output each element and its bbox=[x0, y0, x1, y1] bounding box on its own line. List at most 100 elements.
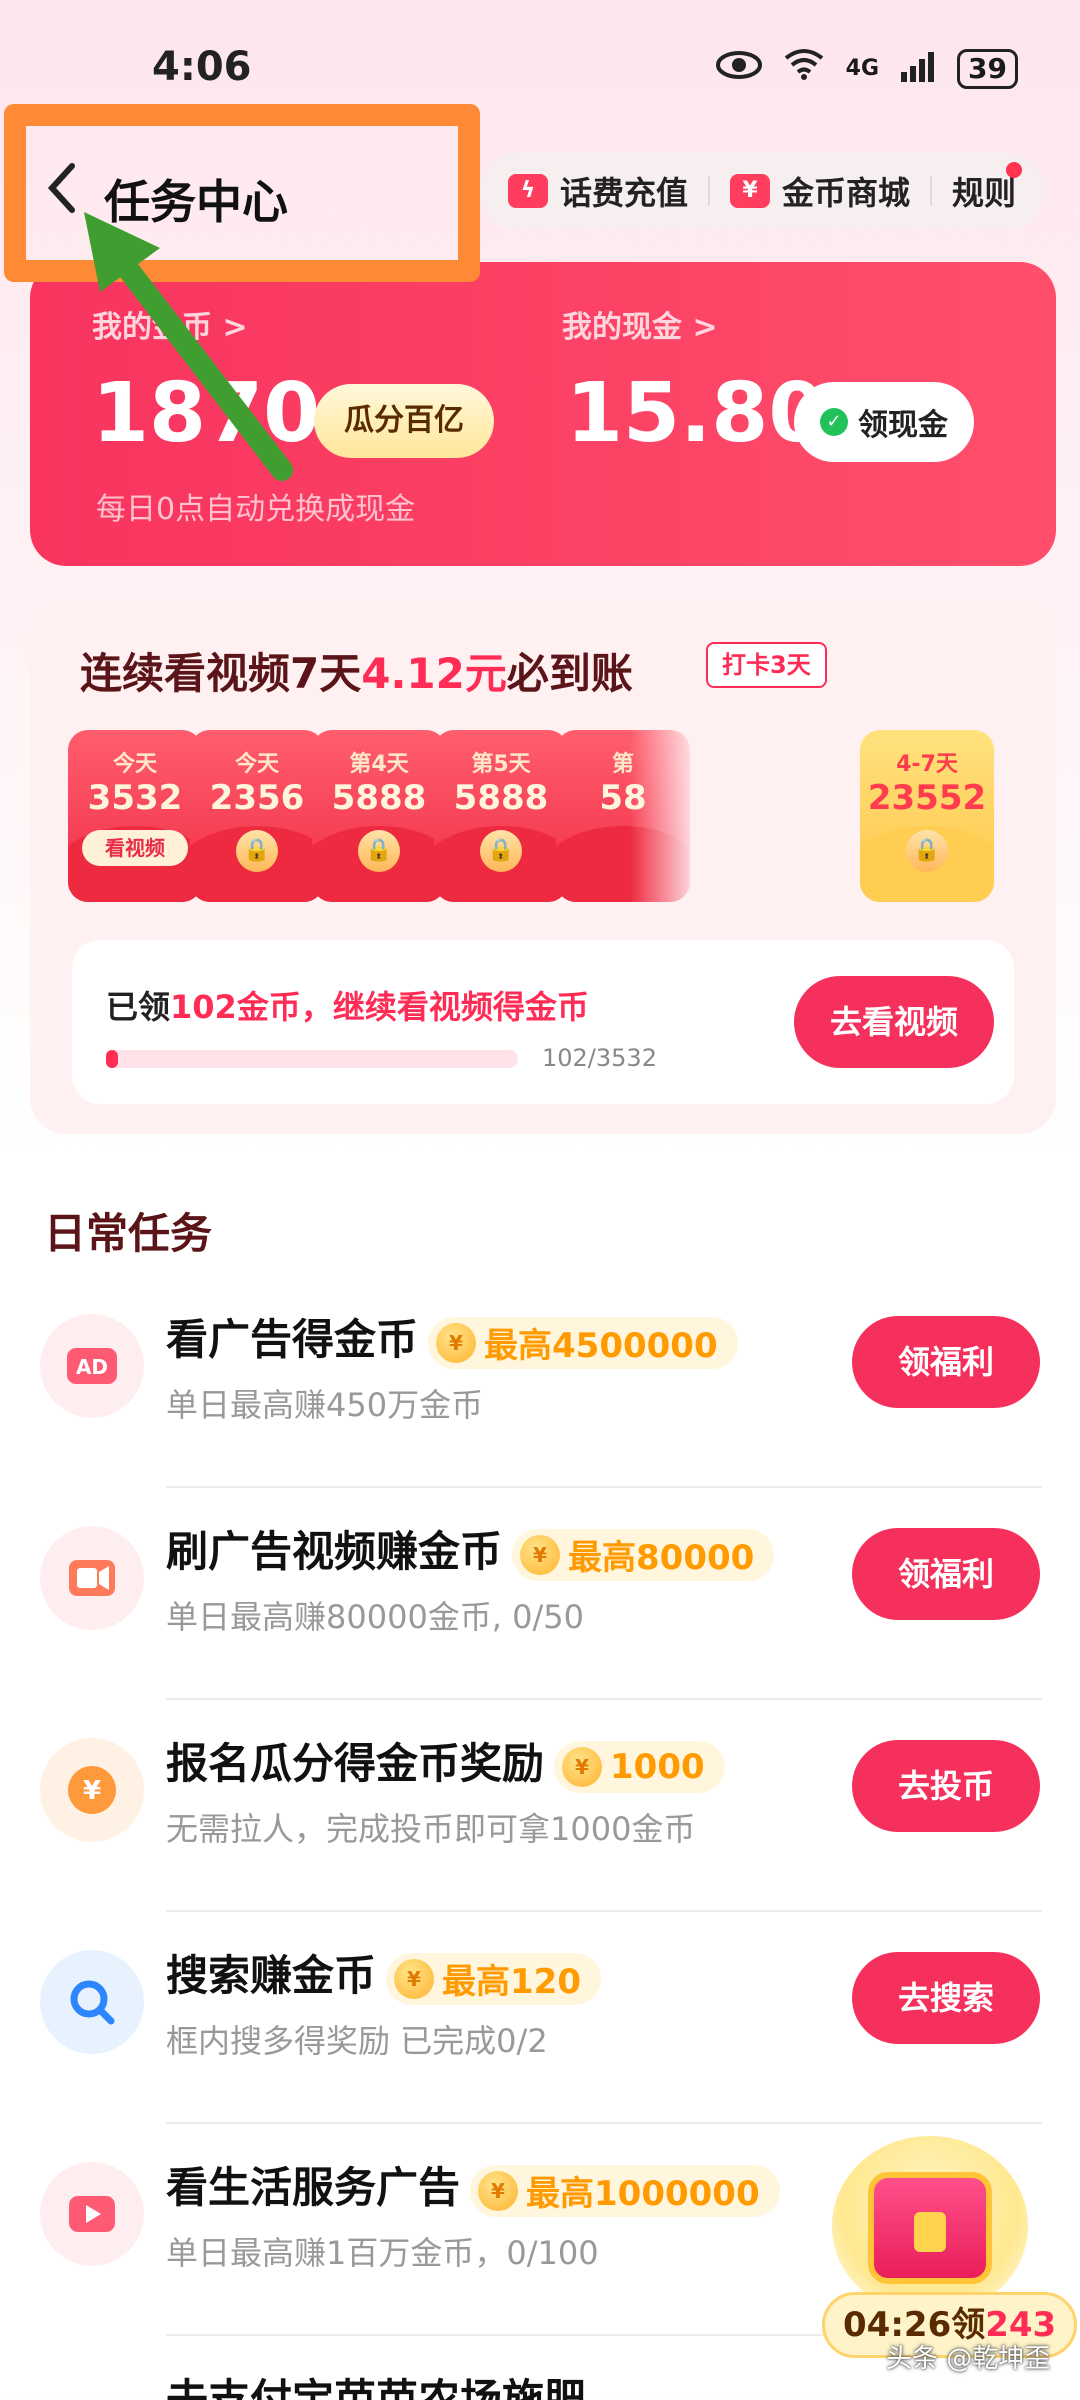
header-links: ϟ 话费充值 ¥ 金币商城 规则 bbox=[479, 152, 1044, 230]
streak-days: 7天 bbox=[290, 649, 362, 698]
reward-badge: ¥ 最高80000 bbox=[512, 1528, 775, 1581]
envelope-content: 今天 2356 bbox=[190, 746, 324, 818]
reward-badge: ¥ 最高120 bbox=[386, 1952, 601, 2005]
envelope-amount: 2356 bbox=[209, 778, 305, 818]
coin-icon: ¥ bbox=[478, 2170, 519, 2211]
progress-prefix: 已领 bbox=[106, 988, 171, 1026]
envelope-day-5[interactable]: 第5天 5888 🔒 bbox=[434, 730, 568, 902]
notification-dot bbox=[1006, 162, 1022, 178]
page-title: 任务中心 bbox=[104, 175, 288, 229]
battery-icon: 39 bbox=[957, 48, 1018, 89]
envelope-content: 今天 3532 bbox=[68, 746, 202, 818]
eye-icon bbox=[715, 49, 762, 89]
coin-mall-link[interactable]: ¥ 金币商城 bbox=[729, 168, 910, 214]
envelope-day: 第4天 bbox=[349, 752, 409, 777]
coin-icon: ¥ bbox=[394, 1958, 435, 1999]
chest-icon bbox=[868, 2172, 992, 2284]
ad-icon: AD bbox=[40, 1314, 144, 1418]
envelope-today-1[interactable]: 今天 3532 看视频 bbox=[68, 730, 202, 902]
envelope-day-4[interactable]: 第4天 5888 🔒 bbox=[312, 730, 446, 902]
share-billions-button[interactable]: 瓜分百亿 bbox=[314, 384, 494, 458]
get-cash-label: 领现金 bbox=[858, 408, 948, 443]
progress-count: 102/3532 bbox=[542, 1044, 657, 1072]
envelope-content: 4-7天 23552 bbox=[860, 746, 994, 818]
envelope-amount: 5888 bbox=[331, 778, 427, 818]
back-button[interactable] bbox=[44, 160, 78, 225]
claim-benefit-button[interactable]: 领福利 bbox=[852, 1528, 1040, 1620]
ticket-icon: ¥ bbox=[729, 174, 770, 208]
wallet-card: 我的金币 > 1870 瓜分百亿 每日0点自动兑换成现金 我的现金 > 15.8… bbox=[30, 262, 1056, 566]
envelope-today-2[interactable]: 今天 2356 🔒 bbox=[190, 730, 324, 902]
task-title: 报名瓜分得金币奖励 ¥1000 bbox=[166, 1730, 725, 1793]
reward-text: 最高80000 bbox=[568, 1538, 755, 1578]
progress-bar bbox=[106, 1050, 518, 1068]
divider bbox=[929, 176, 932, 206]
streak-title-text: 连续看视频 bbox=[80, 649, 291, 698]
task-title-text: 刷广告视频赚金币 bbox=[166, 1527, 503, 1576]
task-title: 看生活服务广告 ¥ 最高1000000 bbox=[166, 2154, 780, 2217]
task-row: 搜索赚金币 ¥ 最高120 框内搜多得奖励 已完成0/2 去搜索 bbox=[0, 1912, 1080, 2124]
progress-text: 已领102金币，继续看视频得金币 bbox=[106, 982, 589, 1028]
task-title: 刷广告视频赚金币 ¥ 最高80000 bbox=[166, 1518, 775, 1581]
svg-text:¥: ¥ bbox=[83, 1776, 101, 1806]
lock-icon: 🔒 bbox=[358, 830, 400, 872]
task-title-text: 报名瓜分得金币奖励 bbox=[166, 1739, 545, 1788]
status-bar: 4:06 4G 39 bbox=[0, 0, 1080, 130]
chevron-left-icon bbox=[47, 163, 75, 213]
checkin-tag: 打卡3天 bbox=[706, 642, 827, 688]
reward-text: 最高4500000 bbox=[484, 1326, 718, 1366]
reward-badge: ¥ 最高1000000 bbox=[470, 2164, 780, 2217]
progress-highlight: 102金币，继续看视频得金币 bbox=[170, 988, 589, 1026]
svg-text:AD: AD bbox=[76, 1355, 108, 1379]
search-icon bbox=[40, 1950, 144, 2054]
video-icon bbox=[40, 1526, 144, 1630]
my-coins-link[interactable]: 我的金币 > bbox=[92, 302, 248, 346]
envelope-day: 今天 bbox=[112, 752, 157, 777]
envelope-day-4-7[interactable]: 4-7天 23552 🔒 bbox=[860, 730, 994, 902]
lock-icon: 🔒 bbox=[906, 830, 948, 872]
partial-task-title: 去支付宝芭芭农场施肥 bbox=[166, 2375, 587, 2400]
lightning-icon: ϟ bbox=[507, 174, 548, 208]
lock-icon: 🔒 bbox=[236, 830, 278, 872]
yen-icon: ¥ bbox=[40, 1738, 144, 1842]
task-title-text: 看广告得金币 bbox=[166, 1315, 419, 1364]
coin-icon: ¥ bbox=[436, 1322, 477, 1363]
envelope-content: 第4天 5888 bbox=[312, 746, 446, 818]
watch-video-button[interactable]: 去看视频 bbox=[793, 976, 994, 1068]
reward-badge: ¥1000 bbox=[554, 1740, 725, 1793]
rules-label: 规则 bbox=[951, 174, 1016, 212]
task-subtitle: 框内搜多得奖励 已完成0/2 bbox=[166, 2022, 548, 2060]
recharge-link[interactable]: ϟ 话费充值 bbox=[507, 168, 688, 214]
get-cash-button[interactable]: ✓ 领现金 bbox=[794, 382, 974, 462]
status-icons: 4G 39 bbox=[715, 48, 1018, 89]
daily-tasks-title: 日常任务 bbox=[44, 1209, 213, 1258]
reward-text: 最高120 bbox=[442, 1962, 581, 2002]
watch-video-tag: 看视频 bbox=[82, 830, 188, 866]
rules-link[interactable]: 规则 bbox=[952, 168, 1016, 214]
cast-coin-button[interactable]: 去投币 bbox=[852, 1740, 1040, 1832]
coin-icon: ¥ bbox=[520, 1534, 561, 1575]
task-row: 刷广告视频赚金币 ¥ 最高80000 单日最高赚80000金币, 0/50 领福利 bbox=[0, 1488, 1080, 1700]
claim-benefit-button[interactable]: 领福利 bbox=[852, 1316, 1040, 1408]
watermark: 头条 @乾坤歪 bbox=[886, 2344, 1051, 2374]
coins-note: 每日0点自动兑换成现金 bbox=[96, 492, 416, 527]
my-cash-link[interactable]: 我的现金 > bbox=[562, 302, 718, 346]
streak-amount: 4.12元 bbox=[361, 649, 507, 698]
envelope-amount: 5888 bbox=[453, 778, 549, 818]
envelope-content: 第5天 5888 bbox=[434, 746, 568, 818]
task-row: AD 看广告得金币 ¥ 最高4500000 单日最高赚450万金币 领福利 bbox=[0, 1276, 1080, 1488]
go-search-button[interactable]: 去搜索 bbox=[852, 1952, 1040, 2044]
treasure-chest-button[interactable] bbox=[832, 2136, 1028, 2316]
task-subtitle: 单日最高赚80000金币, 0/50 bbox=[166, 1598, 585, 1636]
play-icon bbox=[40, 2162, 144, 2266]
chest-lock bbox=[914, 2212, 946, 2252]
coin-mall-label: 金币商城 bbox=[781, 174, 910, 212]
status-time: 4:06 bbox=[152, 44, 252, 90]
divider bbox=[707, 176, 710, 206]
task-title: 搜索赚金币 ¥ 最高120 bbox=[166, 1942, 601, 2005]
recharge-label: 话费充值 bbox=[559, 174, 688, 212]
envelope-day: 今天 bbox=[234, 752, 279, 777]
wechat-icon: ✓ bbox=[820, 408, 848, 436]
wifi-icon bbox=[784, 48, 824, 89]
task-title: 看广告得金币 ¥ 最高4500000 bbox=[166, 1306, 738, 1369]
